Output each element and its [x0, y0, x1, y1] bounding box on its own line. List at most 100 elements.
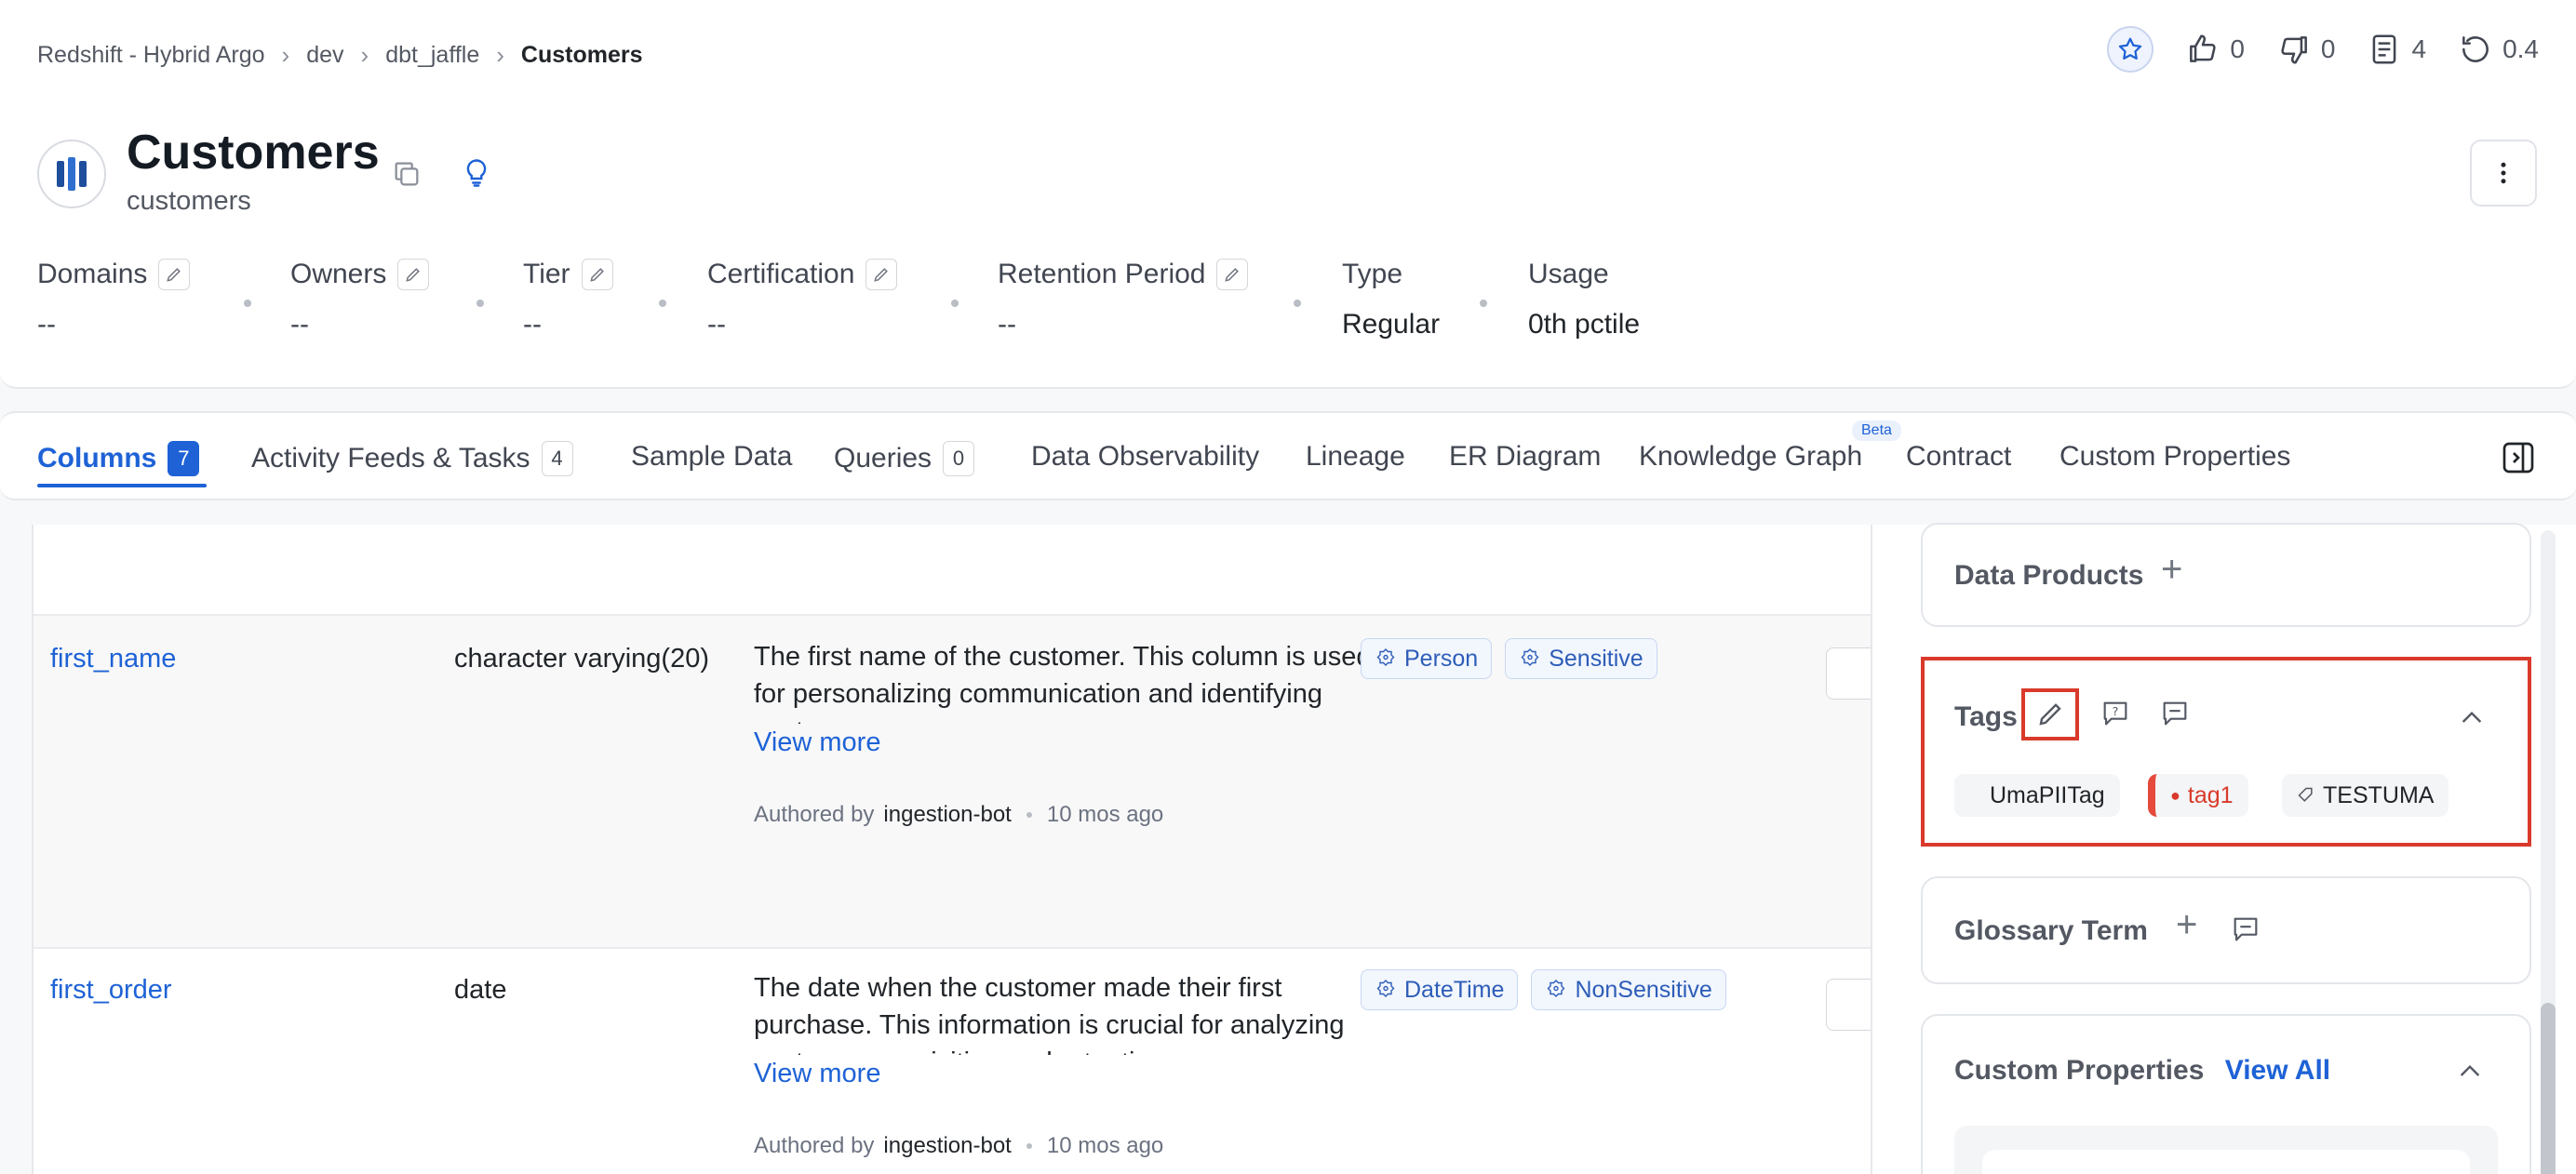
- prop-value: --: [523, 309, 542, 340]
- tag-chip[interactable]: DateTime: [1361, 969, 1519, 1010]
- tag-pill[interactable]: ● tag1: [2148, 774, 2248, 817]
- author-name[interactable]: ingestion-bot: [883, 1133, 1011, 1159]
- classification-icon: [1376, 648, 1395, 666]
- tab-data-observability[interactable]: Data Observability: [1031, 441, 1259, 473]
- tag-chip[interactable]: NonSensitive: [1531, 969, 1726, 1010]
- tag-label: Sensitive: [1549, 645, 1644, 672]
- more-options-button[interactable]: [2470, 140, 2537, 207]
- tab-er-diagram[interactable]: ER Diagram: [1449, 441, 1601, 473]
- glossary-add-button[interactable]: [1826, 979, 1871, 1031]
- view-all-link[interactable]: View All: [2225, 1055, 2330, 1086]
- tab-sample-data[interactable]: Sample Data: [631, 441, 792, 473]
- prop-value: Regular: [1342, 309, 1441, 340]
- chevron-up-icon[interactable]: [2457, 703, 2487, 738]
- dislike-button[interactable]: 0: [2276, 32, 2335, 67]
- panel-toggle-icon[interactable]: [2500, 439, 2537, 476]
- breadcrumb-service[interactable]: Redshift - Hybrid Argo: [37, 42, 265, 69]
- prop-tier: Tier --: [523, 259, 613, 340]
- thumbs-down-icon: [2281, 36, 2307, 64]
- tag-label: UmaPIITag: [1990, 781, 2105, 808]
- prop-value: --: [998, 309, 1016, 340]
- scrollbar-thumb[interactable]: [2541, 1003, 2556, 1174]
- tag-pill[interactable]: UmaPIITag: [1954, 774, 2120, 817]
- conversation-icon[interactable]: [2230, 914, 2261, 950]
- prop-label: Domains: [37, 259, 148, 289]
- tab-label: Columns: [37, 443, 157, 474]
- table-icon: [37, 140, 106, 208]
- view-more-link[interactable]: View more: [754, 724, 1387, 761]
- tab-contract[interactable]: Contract: [1906, 441, 2011, 473]
- tab-label: ER Diagram: [1449, 441, 1602, 472]
- edit-retention-button[interactable]: [1216, 259, 1249, 290]
- entity-fqn-name: customers: [127, 186, 251, 216]
- copy-icon[interactable]: [391, 158, 423, 194]
- separator-dot: [1026, 1143, 1032, 1149]
- side-panel-scrollbar[interactable]: [2541, 530, 2556, 1174]
- chevron-right-icon: ›: [496, 41, 504, 69]
- authored-time: 10 mos ago: [1046, 1133, 1164, 1158]
- breadcrumb-database[interactable]: dev: [306, 42, 343, 69]
- card-title: Glossary Term: [1954, 915, 2148, 946]
- column-description: The first name of the customer. This col…: [754, 638, 1387, 761]
- tag-label: Person: [1404, 645, 1479, 672]
- tab-columns[interactable]: Columns 7: [37, 441, 200, 476]
- card-title: Tags: [1954, 701, 2018, 732]
- edit-tier-button[interactable]: [581, 259, 613, 290]
- edit-tags-button[interactable]: [2021, 688, 2079, 740]
- like-count: 0: [2230, 34, 2245, 63]
- breadcrumb: Redshift - Hybrid Argo › dev › dbt_jaffl…: [37, 41, 642, 70]
- person-icon: ●: [2170, 785, 2180, 805]
- tab-lineage[interactable]: Lineage: [1306, 441, 1405, 473]
- view-more-link[interactable]: View more: [754, 1055, 1387, 1092]
- beta-badge: Beta: [1852, 420, 1901, 441]
- prop-label: Retention Period: [998, 259, 1206, 289]
- tags-card: Tags ? UmaPIITag ● tag1 TESTUMA: [1921, 657, 2531, 847]
- prop-domains: Domains --: [37, 259, 191, 340]
- classification-icon: [1376, 980, 1395, 997]
- conversation-icon[interactable]: [2159, 698, 2191, 734]
- tag-chip[interactable]: Sensitive: [1505, 638, 1657, 679]
- active-tab-indicator: [37, 484, 207, 487]
- column-data-type: character varying(20): [454, 644, 709, 674]
- pencil-icon: [167, 268, 181, 282]
- tag-label: NonSensitive: [1575, 976, 1712, 1003]
- custom-property-item: [1982, 1150, 2470, 1174]
- breadcrumb-schema[interactable]: dbt_jaffle: [385, 42, 479, 69]
- custom-property-placeholder: [1954, 1126, 2498, 1174]
- request-tags-icon[interactable]: ?: [2100, 698, 2131, 734]
- chevron-up-icon[interactable]: [2455, 1057, 2485, 1091]
- edit-domains-button[interactable]: [158, 259, 191, 290]
- column-name-link[interactable]: first_order: [50, 975, 172, 1006]
- docs-button[interactable]: 4: [2367, 32, 2426, 67]
- tab-label: Sample Data: [631, 441, 793, 472]
- follow-star-button[interactable]: [2107, 26, 2154, 73]
- column-name-link[interactable]: first_name: [50, 644, 176, 674]
- tab-custom-properties[interactable]: Custom Properties: [2059, 441, 2290, 473]
- like-button[interactable]: 0: [2185, 32, 2245, 67]
- tab-activity-feeds[interactable]: Activity Feeds & Tasks 4: [251, 441, 573, 476]
- column-tags: DateTime NonSensitive: [1361, 969, 1726, 1010]
- edit-certification-button[interactable]: [865, 259, 898, 290]
- author-name[interactable]: ingestion-bot: [883, 802, 1011, 828]
- description-text: The first name of the customer. This col…: [754, 642, 1372, 724]
- classification-icon: [1521, 648, 1539, 666]
- tab-queries[interactable]: Queries 0: [834, 441, 975, 476]
- glossary-add-button[interactable]: [1826, 647, 1871, 700]
- authored-time: 10 mos ago: [1046, 802, 1164, 827]
- edit-owners-button[interactable]: [397, 259, 430, 290]
- lightbulb-icon[interactable]: [460, 156, 493, 194]
- authored-info: Authored by ingestion-bot 10 mos ago: [754, 1133, 1163, 1159]
- docs-count: 4: [2411, 34, 2427, 63]
- prop-label: Tier: [523, 259, 570, 289]
- add-data-product-button[interactable]: +: [2161, 549, 2182, 591]
- prop-retention-period: Retention Period --: [998, 259, 1249, 340]
- tab-knowledge-graph[interactable]: Knowledge Graph: [1639, 441, 1862, 473]
- add-glossary-term-button[interactable]: +: [2176, 904, 2197, 946]
- separator-dot: [1480, 300, 1487, 307]
- tag-chip[interactable]: Person: [1361, 638, 1493, 679]
- tab-count: 4: [541, 441, 573, 476]
- tag-label: TESTUMA: [2323, 781, 2435, 808]
- tag-label: tag1: [2187, 781, 2234, 808]
- version-history-button[interactable]: 0.4: [2458, 32, 2539, 67]
- tag-pill[interactable]: TESTUMA: [2282, 774, 2449, 817]
